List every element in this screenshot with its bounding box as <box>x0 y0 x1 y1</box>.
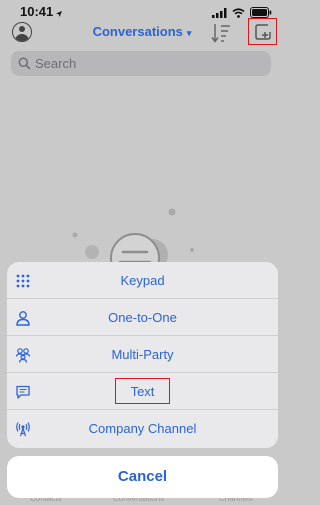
status-time: 10:41 <box>20 4 54 19</box>
action-company-channel[interactable]: Company Channel <box>7 410 278 447</box>
cancel-button[interactable]: Cancel <box>7 456 278 498</box>
search-icon <box>18 57 31 75</box>
action-text[interactable]: Text <box>7 373 278 410</box>
action-label: Multi-Party <box>111 347 174 362</box>
search-field[interactable]: Search <box>11 51 271 76</box>
highlight-box <box>115 378 170 404</box>
action-label: Keypad <box>120 273 165 288</box>
action-keypad[interactable]: Keypad <box>7 262 278 299</box>
action-multi-party[interactable]: Multi-Party <box>7 336 278 373</box>
new-conversation-button[interactable] <box>248 18 277 45</box>
search-placeholder: Search <box>35 56 77 71</box>
page-title: Conversations <box>92 24 183 39</box>
action-one-to-one[interactable]: One-to-One <box>7 299 278 336</box>
conversations-filter-dropdown[interactable]: Conversations ▾ <box>0 24 284 39</box>
action-label: Company Channel <box>88 421 197 436</box>
nav-header: Conversations ▾ <box>0 18 284 48</box>
empty-state-illustration <box>60 200 210 283</box>
compose-icon <box>254 23 272 46</box>
cancel-label: Cancel <box>117 468 168 485</box>
chevron-down-icon: ▾ <box>186 28 192 38</box>
sort-icon[interactable] <box>210 22 232 49</box>
status-bar: 10:41 <box>0 0 284 20</box>
new-conversation-action-sheet: Keypad One-to-One Multi-Party Text Compa… <box>7 262 278 448</box>
action-label: One-to-One <box>108 310 177 325</box>
